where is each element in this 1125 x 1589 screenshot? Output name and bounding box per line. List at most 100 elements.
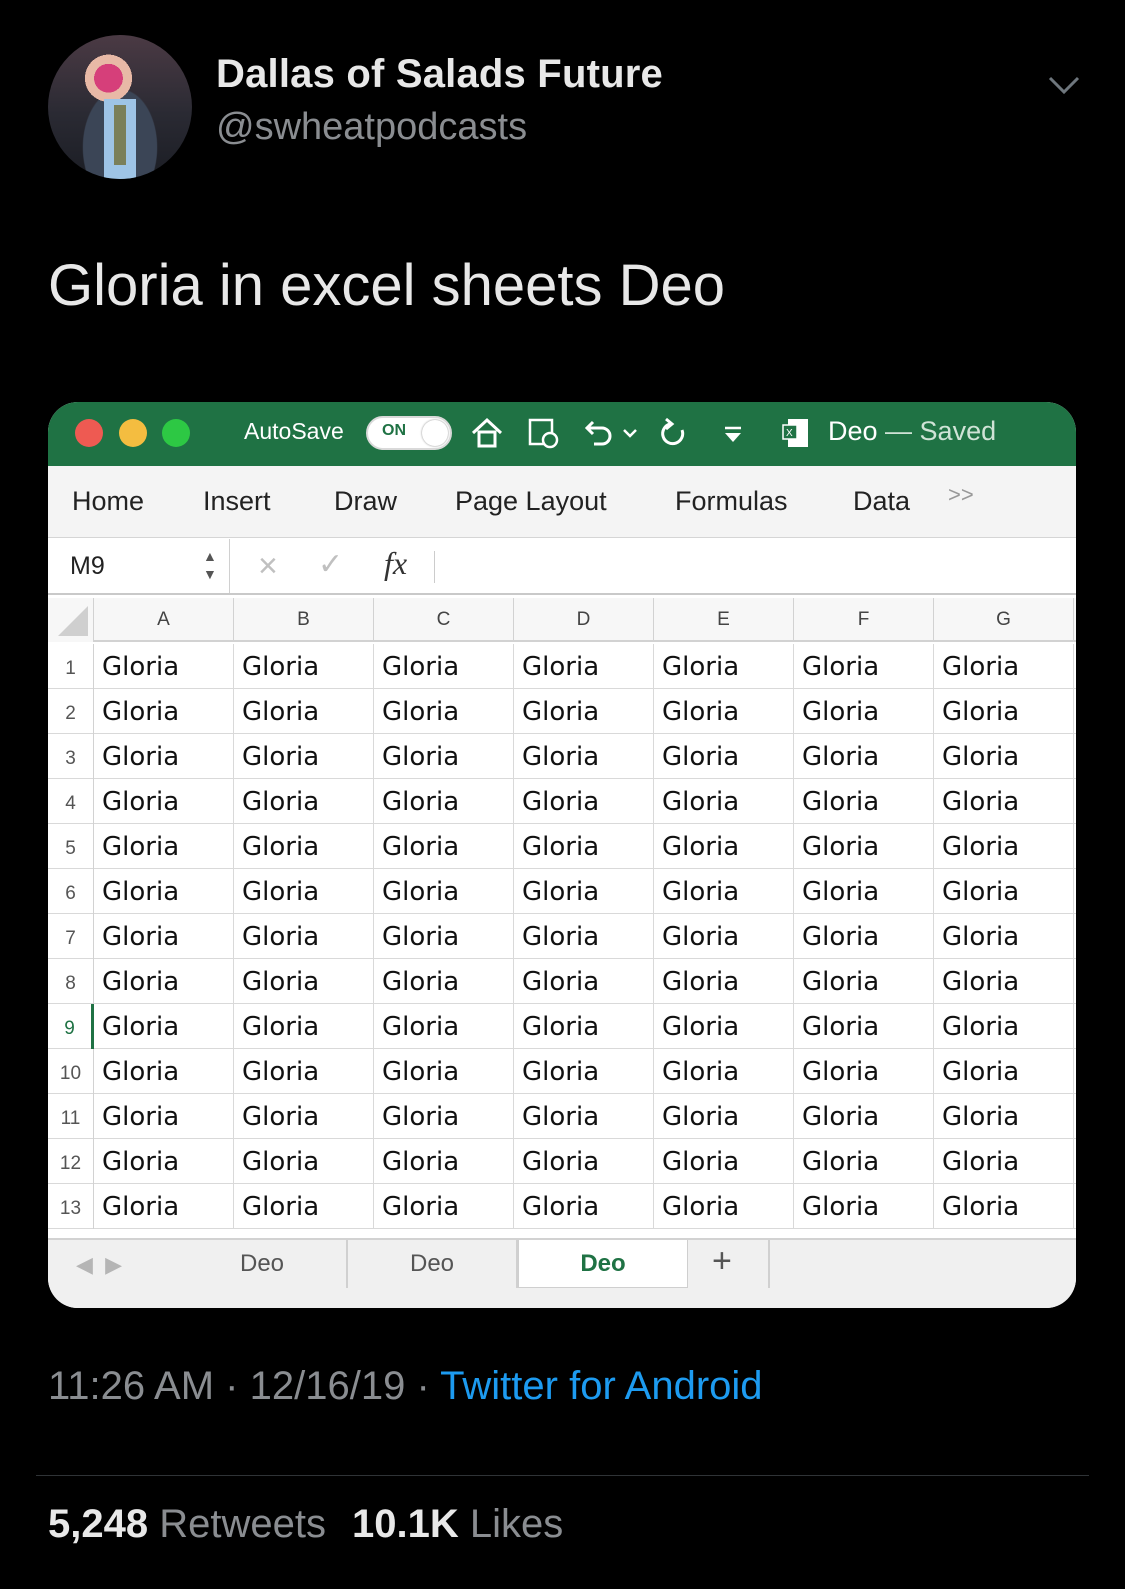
cell-g5[interactable]: Gloria [934,824,1074,869]
cell-c13[interactable]: Gloria [374,1184,514,1229]
cell-d12[interactable]: Gloria [514,1139,654,1184]
cell-d10[interactable]: Gloria [514,1049,654,1094]
tab-formulas[interactable]: Formulas [675,486,788,517]
tab-insert[interactable]: Insert [203,486,271,517]
cell-b12[interactable]: Gloria [234,1139,374,1184]
cell-e2[interactable]: Gloria [654,689,794,734]
tweet-source-link[interactable]: Twitter for Android [440,1364,762,1408]
cell-c4[interactable]: Gloria [374,779,514,824]
insert-function-icon[interactable]: fx [384,545,407,582]
cell-d11[interactable]: Gloria [514,1094,654,1139]
home-icon[interactable] [470,416,504,450]
cell-g11[interactable]: Gloria [934,1094,1074,1139]
zoom-window-button[interactable] [162,419,190,447]
cell-f13[interactable]: Gloria [794,1184,934,1229]
sheet-tab-3[interactable]: Deo [518,1240,688,1288]
row-header[interactable]: 3 [48,734,94,779]
cell-b7[interactable]: Gloria [234,914,374,959]
column-header-g[interactable]: G [934,598,1074,642]
checkmark-icon[interactable]: ✓ [318,547,343,582]
cell-f4[interactable]: Gloria [794,779,934,824]
row-header[interactable]: 1 [48,644,94,689]
cell-f9[interactable]: Gloria [794,1004,934,1049]
add-sheet-button[interactable]: + [712,1242,732,1281]
row-header[interactable]: 6 [48,869,94,914]
cell-d9[interactable]: Gloria [514,1004,654,1049]
name-box[interactable]: M9 ▲ ▼ [48,539,230,593]
cell-d5[interactable]: Gloria [514,824,654,869]
save-icon[interactable] [526,416,560,450]
cell-g2[interactable]: Gloria [934,689,1074,734]
row-header[interactable]: 9 [48,1004,94,1049]
cell-c9[interactable]: Gloria [374,1004,514,1049]
cell-c1[interactable]: Gloria [374,644,514,689]
cell-e7[interactable]: Gloria [654,914,794,959]
cell-a4[interactable]: Gloria [94,779,234,824]
cell-b9[interactable]: Gloria [234,1004,374,1049]
column-header-d[interactable]: D [514,598,654,642]
cancel-icon[interactable]: × [258,547,278,586]
cell-e12[interactable]: Gloria [654,1139,794,1184]
row-header[interactable]: 2 [48,689,94,734]
cell-a12[interactable]: Gloria [94,1139,234,1184]
cell-d7[interactable]: Gloria [514,914,654,959]
cell-a9[interactable]: Gloria [94,1004,234,1049]
cell-d6[interactable]: Gloria [514,869,654,914]
retweets-stat[interactable]: 5,248 Retweets [48,1502,326,1546]
row-header[interactable]: 4 [48,779,94,824]
cell-f7[interactable]: Gloria [794,914,934,959]
close-window-button[interactable] [75,419,103,447]
tweet-date[interactable]: 12/16/19 [250,1364,406,1408]
document-title[interactable]: Deo — Saved [828,416,996,447]
cell-c2[interactable]: Gloria [374,689,514,734]
cell-a6[interactable]: Gloria [94,869,234,914]
tab-draw[interactable]: Draw [334,486,397,517]
cell-c3[interactable]: Gloria [374,734,514,779]
cell-b5[interactable]: Gloria [234,824,374,869]
cell-a13[interactable]: Gloria [94,1184,234,1229]
cell-g8[interactable]: Gloria [934,959,1074,1004]
cell-g6[interactable]: Gloria [934,869,1074,914]
ribbon-overflow-button[interactable]: >> [948,482,974,508]
cell-b4[interactable]: Gloria [234,779,374,824]
cell-f11[interactable]: Gloria [794,1094,934,1139]
sheet-tab-2[interactable]: Deo [348,1240,518,1288]
cell-f10[interactable]: Gloria [794,1049,934,1094]
cell-f8[interactable]: Gloria [794,959,934,1004]
cell-e10[interactable]: Gloria [654,1049,794,1094]
cell-f5[interactable]: Gloria [794,824,934,869]
row-header[interactable]: 5 [48,824,94,869]
display-name[interactable]: Dallas of Salads Future [216,52,663,97]
cell-c12[interactable]: Gloria [374,1139,514,1184]
cell-c10[interactable]: Gloria [374,1049,514,1094]
cell-e9[interactable]: Gloria [654,1004,794,1049]
cell-e6[interactable]: Gloria [654,869,794,914]
cell-e11[interactable]: Gloria [654,1094,794,1139]
row-header[interactable]: 8 [48,959,94,1004]
cell-g7[interactable]: Gloria [934,914,1074,959]
cell-a2[interactable]: Gloria [94,689,234,734]
cell-g12[interactable]: Gloria [934,1139,1074,1184]
likes-stat[interactable]: 10.1K Likes [352,1502,563,1546]
cell-g4[interactable]: Gloria [934,779,1074,824]
cell-f6[interactable]: Gloria [794,869,934,914]
cell-e5[interactable]: Gloria [654,824,794,869]
cell-a5[interactable]: Gloria [94,824,234,869]
row-header[interactable]: 13 [48,1184,94,1229]
cell-a1[interactable]: Gloria [94,644,234,689]
cell-b3[interactable]: Gloria [234,734,374,779]
cell-f2[interactable]: Gloria [794,689,934,734]
cell-a3[interactable]: Gloria [94,734,234,779]
cell-a7[interactable]: Gloria [94,914,234,959]
cell-d2[interactable]: Gloria [514,689,654,734]
row-header[interactable]: 7 [48,914,94,959]
column-header-f[interactable]: F [794,598,934,642]
cell-g1[interactable]: Gloria [934,644,1074,689]
column-header-b[interactable]: B [234,598,374,642]
cell-e8[interactable]: Gloria [654,959,794,1004]
cell-b6[interactable]: Gloria [234,869,374,914]
cell-g10[interactable]: Gloria [934,1049,1074,1094]
cell-c11[interactable]: Gloria [374,1094,514,1139]
tab-home[interactable]: Home [72,486,144,517]
cell-b1[interactable]: Gloria [234,644,374,689]
